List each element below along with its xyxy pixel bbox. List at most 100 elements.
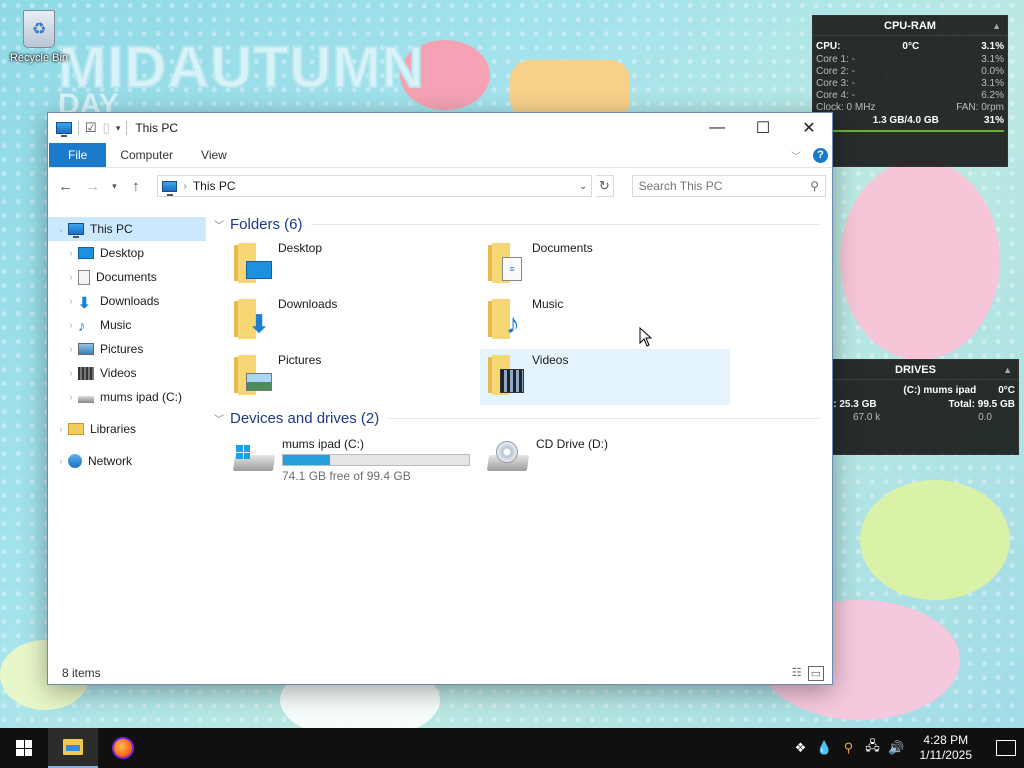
core-label: Core 1: - (816, 54, 855, 65)
nav-item-this-pc[interactable]: ⌄ This PC (48, 217, 206, 241)
tray-app-icon[interactable]: ❖ (792, 740, 810, 756)
divider (310, 223, 820, 225)
folder-item-downloads[interactable]: ⬇ Downloads (226, 293, 480, 349)
core-usage: 3.1% (981, 54, 1004, 65)
title-bar[interactable]: ☑ ▯ ▾ This PC — ☐ ✕ (48, 113, 832, 143)
new-folder-icon[interactable]: ▯ (103, 120, 110, 136)
folder-item-videos[interactable]: Videos (480, 349, 730, 405)
folder-item-pictures[interactable]: Pictures (226, 349, 480, 405)
tab-computer[interactable]: Computer (106, 143, 187, 167)
volume-icon[interactable]: 🔊 (888, 740, 906, 756)
nav-item-label: Network (88, 454, 133, 468)
fan-readout: FAN: 0rpm (956, 102, 1004, 113)
tray-drop-icon[interactable]: 💧 (816, 740, 834, 756)
refresh-button[interactable]: ↻ (596, 175, 614, 197)
folder-item-music[interactable]: ♪ Music (480, 293, 730, 349)
tab-view[interactable]: View (187, 143, 241, 167)
maximize-button[interactable]: ☐ (740, 113, 786, 143)
core-usage: 6.2% (981, 90, 1004, 101)
item-count: 8 items (62, 666, 101, 680)
videos-folder-icon (486, 353, 526, 395)
documents-folder-icon: ≡ (486, 241, 526, 283)
expand-chevron-icon[interactable]: › (54, 424, 68, 434)
videos-icon (78, 366, 94, 380)
window-title: This PC (135, 121, 179, 135)
core-label: Core 3: - (816, 78, 855, 89)
close-button[interactable]: ✕ (786, 113, 832, 143)
taskbar-file-explorer[interactable] (48, 728, 98, 768)
drive-item-c[interactable]: mums ipad (C:) 74.1 GB free of 99.4 GB (226, 433, 480, 487)
taskbar-firefox[interactable] (98, 728, 148, 768)
collapse-chevron-icon[interactable]: ⌄ (54, 224, 68, 235)
search-input[interactable] (638, 179, 811, 193)
nav-item-pictures[interactable]: › Pictures (48, 337, 206, 361)
start-button[interactable] (0, 728, 48, 768)
collapse-chevron-icon[interactable]: ﹀ (214, 411, 230, 426)
breadcrumb-this-pc[interactable]: This PC (193, 179, 236, 193)
folder-label: Pictures (278, 353, 322, 367)
properties-icon[interactable]: ☑ (85, 120, 97, 136)
expand-ribbon-icon[interactable]: ﹀ (791, 148, 801, 163)
nav-item-label: Desktop (100, 246, 145, 260)
drive-item-d[interactable]: CD Drive (D:) (480, 433, 730, 487)
address-dropdown-icon[interactable]: ⌄ (575, 181, 591, 192)
collapse-chevron-icon[interactable]: ﹀ (214, 217, 230, 232)
back-button[interactable]: ← (54, 178, 77, 195)
nav-item-desktop[interactable]: › Desktop (48, 241, 206, 265)
expand-chevron-icon[interactable]: › (64, 344, 78, 354)
quick-access-toolbar: ☑ ▯ ▾ (56, 120, 128, 137)
customize-toolbar-icon[interactable]: ▾ (116, 123, 121, 134)
large-icons-view-icon[interactable]: ▭ (807, 665, 824, 681)
nav-item-network[interactable]: › Network (48, 449, 206, 473)
notifications-icon[interactable] (996, 740, 1016, 756)
expand-chevron-icon[interactable]: › (64, 248, 78, 258)
folder-item-desktop[interactable]: Desktop (226, 237, 480, 293)
recycle-bin[interactable]: Recycle Bin (8, 10, 70, 64)
recent-locations-icon[interactable]: ▾ (109, 181, 121, 192)
nav-item-videos[interactable]: › Videos (48, 361, 206, 385)
nav-item-documents[interactable]: › Documents (48, 265, 206, 289)
drive-space-row: sed: 25.3 GB Total: 99.5 GB (813, 398, 1018, 412)
details-view-icon[interactable]: ☷ (792, 666, 802, 681)
expand-chevron-icon[interactable]: › (64, 368, 78, 378)
computer-icon (68, 223, 84, 238)
nav-item-music[interactable]: › ♪ Music (48, 313, 206, 337)
core-row: Core 3: - 3.1% (813, 78, 1007, 90)
minimize-button[interactable]: — (694, 113, 740, 143)
desktop-folder-icon (232, 241, 272, 283)
folders-group-header[interactable]: ﹀ Folders (6) (214, 211, 832, 237)
tab-file[interactable]: File (49, 143, 107, 167)
drive-io-row: 67.0 k 0.0 (813, 412, 1018, 424)
drive-usage-bar (282, 454, 470, 466)
nav-item-drive-c[interactable]: › mums ipad (C:) (48, 385, 206, 409)
folder-label: Videos (532, 353, 569, 367)
navigation-pane: ⌄ This PC › Desktop › Documents › ⬇ Down… (48, 205, 206, 662)
drives-group-header[interactable]: ﹀ Devices and drives (2) (214, 405, 832, 431)
collapse-icon[interactable]: ▲ (1003, 365, 1012, 375)
computer-icon (56, 122, 72, 137)
drive-read: 67.0 k (853, 412, 881, 423)
folder-item-documents[interactable]: ≡ Documents (480, 237, 730, 293)
network-icon[interactable]: 🖧 (864, 737, 882, 759)
help-icon[interactable]: ? (813, 147, 828, 163)
up-button[interactable]: ↑ (124, 178, 147, 195)
expand-chevron-icon[interactable]: › (64, 392, 78, 402)
nav-item-downloads[interactable]: › ⬇ Downloads (48, 289, 206, 313)
forward-button[interactable]: → (81, 178, 104, 195)
view-switcher: ☷ ▭ (792, 665, 832, 681)
libraries-icon (68, 423, 84, 435)
collapse-icon[interactable]: ▲ (992, 21, 1001, 31)
expand-chevron-icon[interactable]: › (54, 456, 68, 466)
nav-item-libraries[interactable]: › Libraries (48, 417, 206, 441)
search-box[interactable]: ⚲ (631, 175, 827, 197)
nav-item-label: Downloads (100, 294, 160, 308)
breadcrumb-chevron-icon[interactable]: › (183, 181, 186, 192)
tray-search-icon[interactable]: ⚲ (840, 740, 858, 756)
downloads-folder-icon: ⬇ (232, 297, 272, 339)
cpu-usage: 3.1% (981, 41, 1004, 52)
address-bar[interactable]: › This PC ⌄ (157, 175, 593, 197)
clock[interactable]: 4:28 PM 1/11/2025 (920, 733, 973, 763)
expand-chevron-icon[interactable]: › (64, 320, 78, 330)
expand-chevron-icon[interactable]: › (64, 272, 78, 282)
expand-chevron-icon[interactable]: › (64, 296, 78, 306)
